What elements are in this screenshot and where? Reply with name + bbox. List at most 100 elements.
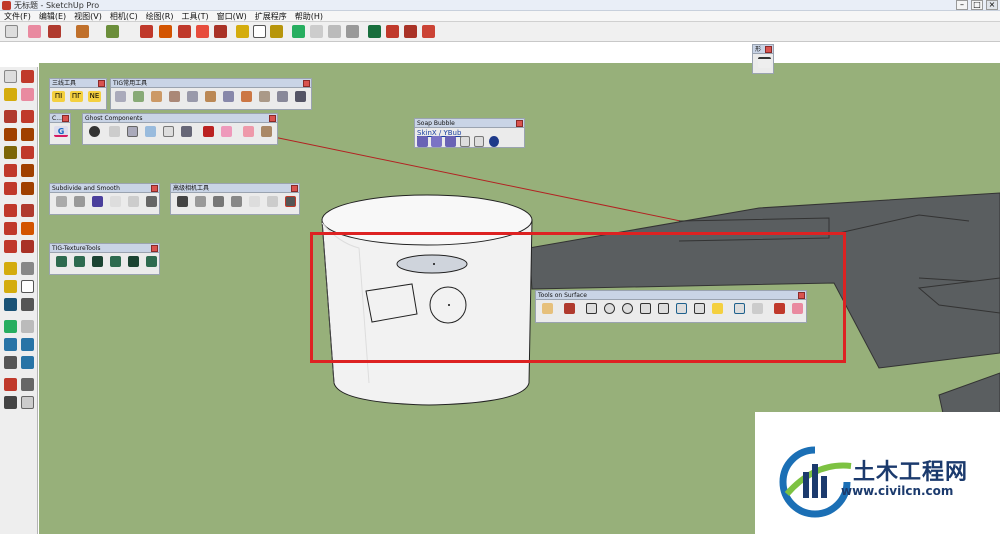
follow-me-icon-left[interactable] bbox=[21, 222, 34, 235]
rectangle-icon[interactable] bbox=[4, 128, 17, 141]
pie-icon[interactable] bbox=[21, 182, 34, 195]
two-point-arc-icon[interactable] bbox=[21, 164, 34, 177]
knife-icon[interactable] bbox=[110, 196, 121, 207]
send-to-layout-icon[interactable] bbox=[422, 25, 435, 38]
menu-view[interactable]: 视图(V) bbox=[70, 11, 106, 21]
tig-tool-11-icon[interactable] bbox=[295, 91, 306, 102]
select-arrow-icon[interactable] bbox=[5, 25, 18, 38]
orbit-icon-left[interactable] bbox=[4, 320, 17, 333]
ghost-fork-icon[interactable] bbox=[181, 126, 192, 137]
surface-generate-icon[interactable] bbox=[774, 303, 785, 314]
ghost-tool-2-icon[interactable] bbox=[109, 126, 120, 137]
arc-icon[interactable] bbox=[76, 25, 89, 38]
paint-bucket-icon[interactable] bbox=[270, 25, 283, 38]
surface-pencil-icon[interactable] bbox=[564, 303, 575, 314]
close-icon[interactable] bbox=[303, 80, 310, 87]
select-icon[interactable] bbox=[4, 70, 17, 83]
bubble-settings-icon[interactable] bbox=[489, 136, 499, 147]
subd-tool-5-icon[interactable] bbox=[128, 196, 139, 207]
polygon-icon[interactable] bbox=[21, 146, 34, 159]
surface-polygon-icon[interactable] bbox=[640, 303, 651, 314]
subdivide-icon[interactable] bbox=[56, 196, 67, 207]
zoom-extents-icon-left[interactable] bbox=[4, 356, 17, 369]
ghost-box-icon[interactable] bbox=[163, 126, 174, 137]
eraser-icon-left[interactable] bbox=[21, 88, 34, 101]
zoom-extents-icon[interactable] bbox=[346, 25, 359, 38]
close-icon[interactable] bbox=[798, 292, 805, 299]
smooth-icon[interactable] bbox=[74, 196, 85, 207]
make-component-icon[interactable] bbox=[21, 70, 34, 83]
stop-icon[interactable] bbox=[474, 136, 484, 147]
zoom-icon-left[interactable] bbox=[4, 338, 17, 351]
surface-rectangle-icon[interactable] bbox=[586, 303, 597, 314]
offset-icon[interactable] bbox=[214, 25, 227, 38]
tape-measure-icon-left[interactable] bbox=[4, 262, 17, 275]
texture-tool-4-icon[interactable] bbox=[110, 256, 121, 267]
move-icon[interactable] bbox=[140, 25, 153, 38]
menu-file[interactable]: 文件(F) bbox=[0, 11, 35, 21]
pencil-icon[interactable] bbox=[48, 25, 61, 38]
close-icon[interactable] bbox=[151, 185, 158, 192]
menu-camera[interactable]: 相机(C) bbox=[106, 11, 142, 21]
line-icon[interactable] bbox=[4, 110, 17, 123]
axes-icon[interactable] bbox=[4, 298, 17, 311]
surface-tool-11-icon[interactable] bbox=[734, 303, 745, 314]
rotate-icon-left[interactable] bbox=[4, 222, 17, 235]
circle-icon-left[interactable] bbox=[4, 146, 17, 159]
pan-icon-left[interactable] bbox=[21, 320, 34, 333]
walk-icon[interactable] bbox=[4, 396, 17, 409]
move-icon-left[interactable] bbox=[4, 204, 17, 217]
surface-arc-icon[interactable] bbox=[676, 303, 687, 314]
surface-circle-icon[interactable] bbox=[604, 303, 615, 314]
zoom-window-icon[interactable] bbox=[21, 338, 34, 351]
texture-tool-2-icon[interactable] bbox=[74, 256, 85, 267]
surface-eraser-icon[interactable] bbox=[792, 303, 803, 314]
eraser-icon[interactable] bbox=[28, 25, 41, 38]
components-icon[interactable] bbox=[386, 25, 399, 38]
protractor-icon[interactable] bbox=[4, 280, 17, 293]
camera-tool-4-icon[interactable] bbox=[231, 196, 242, 207]
offset-icon-left[interactable] bbox=[21, 240, 34, 253]
ghost-bomb-icon[interactable] bbox=[89, 126, 100, 137]
close-icon[interactable] bbox=[291, 185, 298, 192]
camera-tool-1-icon[interactable] bbox=[177, 196, 188, 207]
menu-extensions[interactable]: 扩展程序 bbox=[251, 11, 291, 21]
close-icon[interactable] bbox=[516, 120, 523, 127]
texture-tool-1-icon[interactable] bbox=[56, 256, 67, 267]
scale-icon[interactable] bbox=[4, 240, 17, 253]
maximize-button[interactable]: □ bbox=[971, 0, 983, 10]
texture-tool-5-icon[interactable] bbox=[128, 256, 139, 267]
push-pull-icon[interactable] bbox=[159, 25, 172, 38]
ghost-snowflake-icon[interactable] bbox=[145, 126, 156, 137]
menu-window[interactable]: 窗口(W) bbox=[213, 11, 251, 21]
close-icon[interactable] bbox=[62, 115, 69, 122]
menu-edit[interactable]: 编辑(E) bbox=[35, 11, 70, 21]
close-button[interactable]: × bbox=[986, 0, 998, 10]
surface-offset-icon[interactable] bbox=[694, 303, 705, 314]
tig-tool-7-icon[interactable] bbox=[223, 91, 234, 102]
texture-tool-3-icon[interactable] bbox=[92, 256, 103, 267]
menu-tools[interactable]: 工具(T) bbox=[178, 11, 213, 21]
sanxian-tool-2-icon[interactable]: ΠΓ bbox=[70, 91, 83, 102]
orbit-icon[interactable] bbox=[292, 25, 305, 38]
surface-ellipse-icon[interactable] bbox=[622, 303, 633, 314]
text-icon-left[interactable] bbox=[21, 280, 34, 293]
camera-tool-2-icon[interactable] bbox=[195, 196, 206, 207]
surface-tool-12-icon[interactable] bbox=[752, 303, 763, 314]
position-camera-icon[interactable] bbox=[4, 378, 17, 391]
three-point-arc-icon[interactable] bbox=[4, 182, 17, 195]
3d-text-icon[interactable] bbox=[21, 298, 34, 311]
texture-tool-6-icon[interactable] bbox=[146, 256, 157, 267]
bubble-tool-3-icon[interactable] bbox=[445, 136, 456, 147]
crease-icon[interactable] bbox=[92, 196, 103, 207]
ghost-tool-9-icon[interactable] bbox=[243, 126, 254, 137]
menu-help[interactable]: 帮助(H) bbox=[291, 11, 327, 21]
tig-tool-2-icon[interactable] bbox=[133, 91, 144, 102]
ghost-tool-10-icon[interactable] bbox=[261, 126, 272, 137]
subd-tool-6-icon[interactable] bbox=[146, 196, 157, 207]
tig-tool-9-icon[interactable] bbox=[259, 91, 270, 102]
close-icon[interactable] bbox=[269, 115, 276, 122]
tape-measure-icon[interactable] bbox=[236, 25, 249, 38]
tig-tool-4-icon[interactable] bbox=[169, 91, 180, 102]
ghost-tool-7-icon[interactable] bbox=[203, 126, 214, 137]
